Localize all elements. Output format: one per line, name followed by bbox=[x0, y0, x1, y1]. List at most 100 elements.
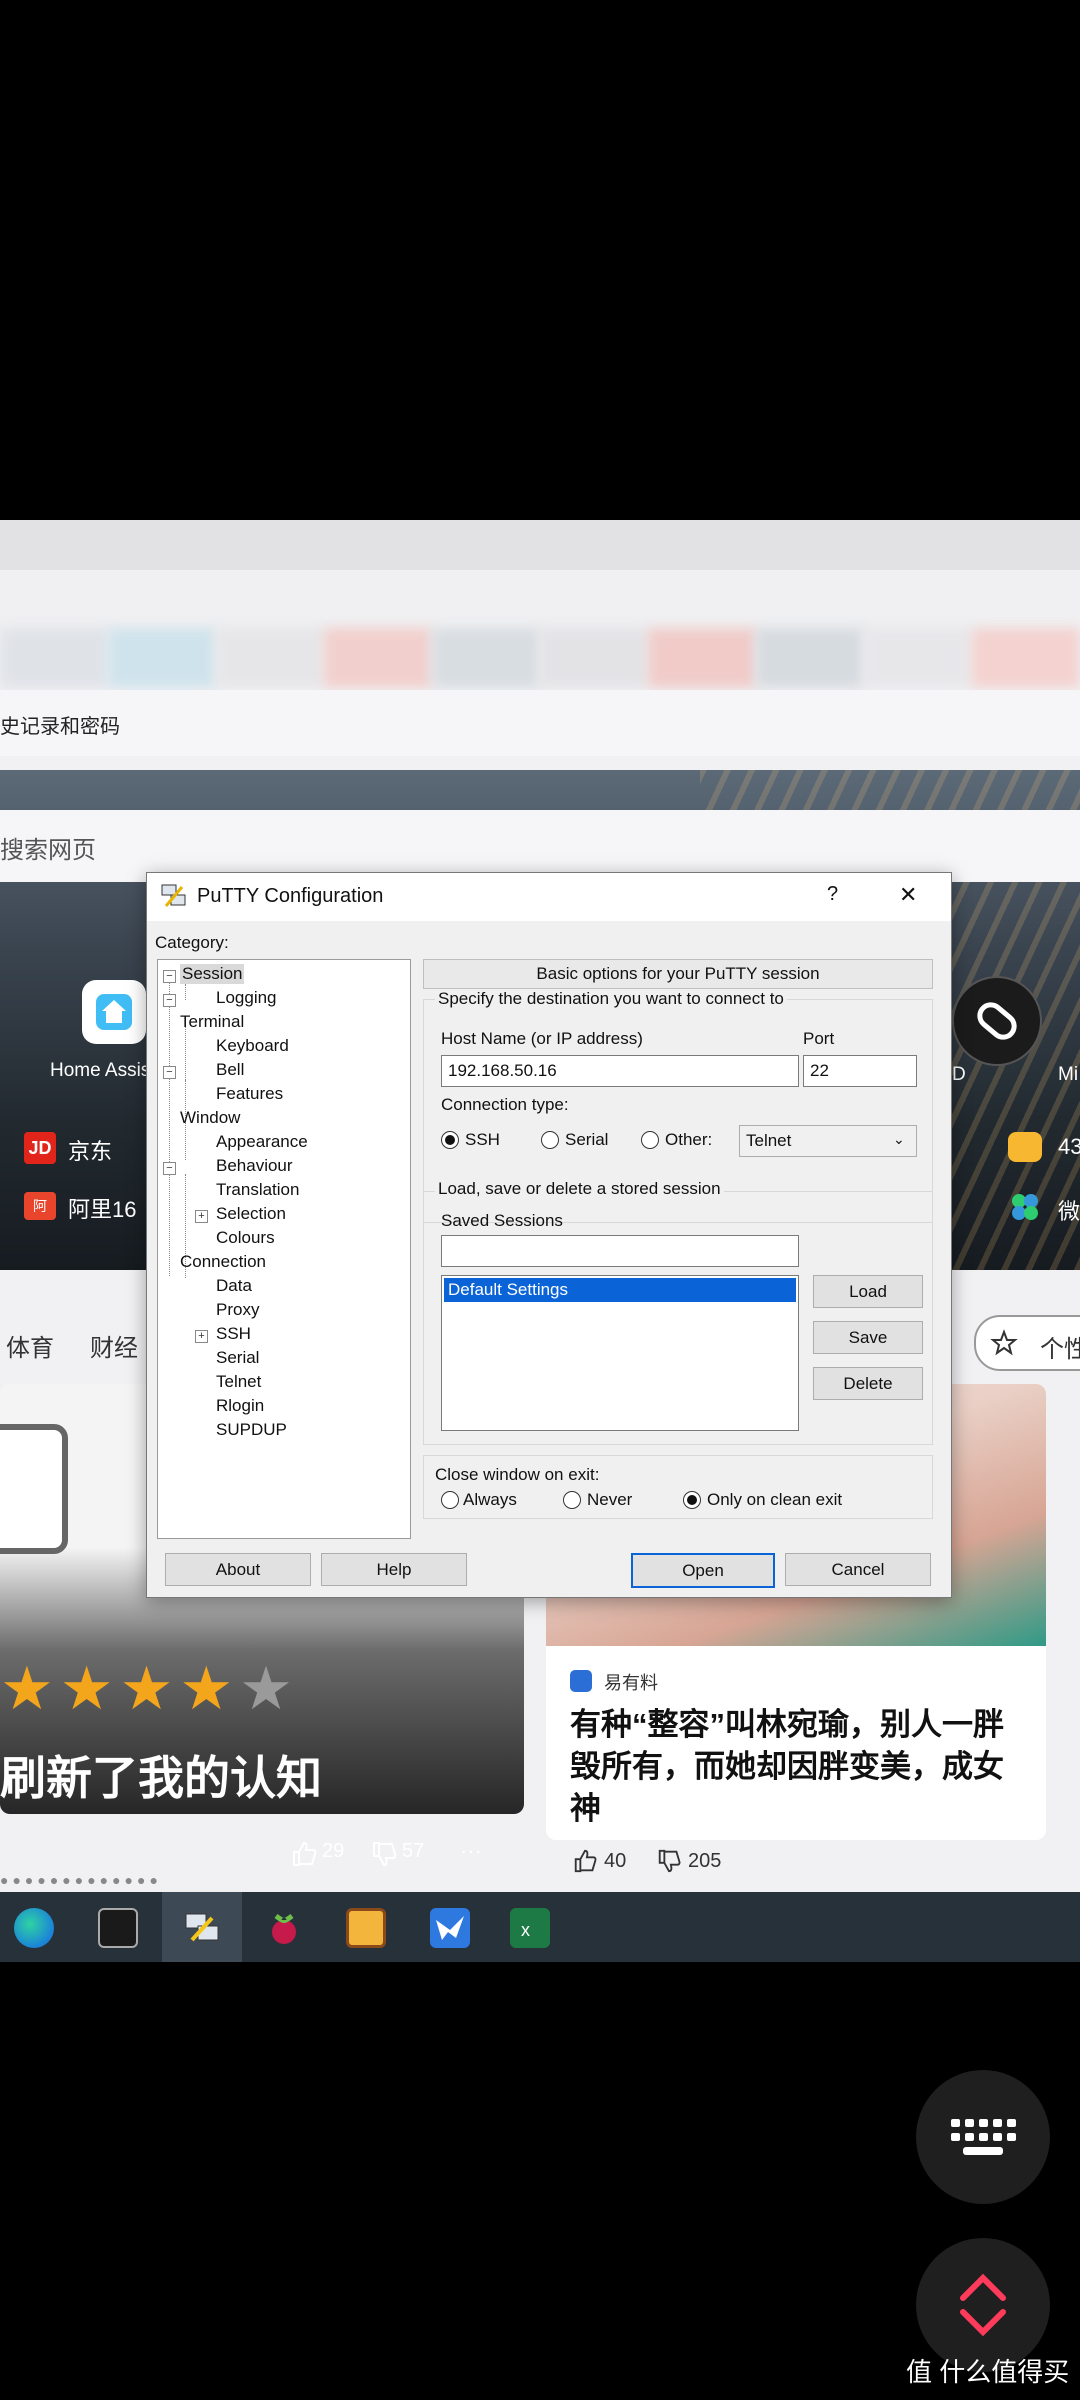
tree-item-data[interactable]: Data bbox=[216, 1276, 252, 1296]
history-text: 史记录和密码 bbox=[0, 716, 120, 738]
bird-app-icon[interactable] bbox=[430, 1908, 470, 1948]
chip-icon[interactable] bbox=[98, 1908, 138, 1948]
save-button[interactable]: Save bbox=[813, 1321, 923, 1354]
tree-item-selection[interactable]: Selection bbox=[216, 1204, 286, 1224]
carousel-dots: ●●●●●●●●●●●●● bbox=[0, 1872, 162, 1888]
site-ali[interactable]: 阿里16 bbox=[68, 1192, 136, 1224]
radio-other-label: Other: bbox=[665, 1130, 713, 1149]
personalize-button[interactable]: 个性 bbox=[974, 1315, 1080, 1371]
port-label: Port bbox=[803, 1029, 835, 1048]
tree-item-connection[interactable]: Connection bbox=[180, 1252, 266, 1272]
ali-icon: 阿 bbox=[24, 1192, 56, 1220]
chevron-down-icon: ⌄ bbox=[893, 1131, 905, 1147]
tree-item-colours[interactable]: Colours bbox=[216, 1228, 275, 1248]
tree-item-appearance[interactable]: Appearance bbox=[216, 1132, 308, 1152]
tab-finance[interactable]: 财经 bbox=[90, 1328, 138, 1363]
shortcut-label: D bbox=[952, 1064, 966, 1085]
keyboard-icon bbox=[951, 2119, 1016, 2155]
dislike-icon[interactable] bbox=[370, 1840, 400, 1870]
delete-button[interactable]: Delete bbox=[813, 1367, 923, 1400]
other-protocol-select[interactable]: Telnet bbox=[739, 1125, 917, 1157]
home-assistant-shortcut[interactable] bbox=[82, 980, 146, 1044]
panel-header: Basic options for your PuTTY session bbox=[423, 959, 933, 989]
tab-sports[interactable]: 体育 bbox=[6, 1328, 54, 1363]
tree-item-keyboard[interactable]: Keyboard bbox=[216, 1036, 289, 1056]
sessions-list[interactable]: Default Settings bbox=[441, 1275, 799, 1431]
session-item-default[interactable]: Default Settings bbox=[444, 1278, 796, 1302]
tree-item-terminal[interactable]: Terminal bbox=[180, 1012, 244, 1032]
putty-dialog: PuTTY Configuration ? ✕ Category: − − − … bbox=[146, 872, 952, 1598]
svg-text:x: x bbox=[521, 1920, 530, 1940]
tree-item-serial[interactable]: Serial bbox=[216, 1348, 259, 1368]
radio-other[interactable] bbox=[641, 1131, 659, 1149]
radio-clean-exit-label: Only on clean exit bbox=[707, 1490, 843, 1509]
wechat-icon bbox=[1010, 1192, 1040, 1222]
dislike-count: 57 bbox=[402, 1840, 425, 1862]
search-placeholder: 搜索网页 bbox=[0, 837, 96, 864]
tree-item-supdup[interactable]: SUPDUP bbox=[216, 1420, 287, 1440]
site-jd[interactable]: 京东 bbox=[68, 1134, 112, 1166]
radio-always[interactable] bbox=[441, 1491, 459, 1509]
radio-never[interactable] bbox=[563, 1491, 581, 1509]
radio-always-label: Always bbox=[463, 1490, 517, 1509]
tree-item-telnet[interactable]: Telnet bbox=[216, 1372, 261, 1392]
tree-item-rlogin[interactable]: Rlogin bbox=[216, 1396, 264, 1416]
category-tree[interactable]: − − − − + + Session Logging Terminal Key… bbox=[157, 959, 411, 1539]
tree-item-behaviour[interactable]: Behaviour bbox=[216, 1156, 293, 1176]
tree-item-logging[interactable]: Logging bbox=[216, 988, 277, 1008]
keyboard-button[interactable] bbox=[916, 2070, 1050, 2204]
about-button[interactable]: About bbox=[165, 1553, 311, 1586]
watermark: 值 什么值得买 bbox=[906, 2357, 1070, 2387]
blurred-bookmarks bbox=[0, 628, 1080, 688]
tree-item-window[interactable]: Window bbox=[180, 1108, 240, 1128]
link-icon bbox=[977, 1002, 1017, 1040]
tree-item-proxy[interactable]: Proxy bbox=[216, 1300, 259, 1320]
edge-icon[interactable] bbox=[14, 1908, 54, 1948]
saved-sessions-label: Saved Sessions bbox=[441, 1211, 563, 1230]
conn-type-label: Connection type: bbox=[441, 1095, 569, 1114]
source-icon bbox=[570, 1670, 592, 1692]
radio-clean-exit[interactable] bbox=[683, 1491, 701, 1509]
dialog-title: PuTTY Configuration bbox=[197, 885, 384, 907]
radio-serial[interactable] bbox=[541, 1131, 559, 1149]
load-button[interactable]: Load bbox=[813, 1275, 923, 1308]
like-count: 29 bbox=[322, 1840, 345, 1862]
host-input[interactable]: 192.168.50.16 bbox=[441, 1055, 799, 1087]
open-button[interactable]: Open bbox=[631, 1553, 775, 1588]
site-wei[interactable]: 微 bbox=[1058, 1194, 1080, 1226]
putty-icon[interactable] bbox=[182, 1908, 222, 1948]
saved-sessions-input[interactable] bbox=[441, 1235, 799, 1267]
port-input[interactable]: 22 bbox=[803, 1055, 917, 1087]
tree-item-features[interactable]: Features bbox=[216, 1084, 283, 1104]
help-button[interactable]: Help bbox=[321, 1553, 467, 1586]
expand-collapse-icon bbox=[960, 2273, 1006, 2337]
excel-icon[interactable]: x bbox=[510, 1908, 550, 1948]
tree-item-bell[interactable]: Bell bbox=[216, 1060, 244, 1080]
close-icon[interactable]: ✕ bbox=[899, 882, 917, 908]
help-title-button[interactable]: ? bbox=[827, 883, 838, 906]
browser-tab-strip bbox=[0, 520, 1080, 570]
home-assistant-icon bbox=[96, 994, 132, 1030]
host-label: Host Name (or IP address) bbox=[441, 1029, 643, 1048]
destination-label: Specify the destination you want to conn… bbox=[435, 989, 787, 1009]
close-window-label: Close window on exit: bbox=[435, 1465, 600, 1484]
more-icon[interactable]: ··· bbox=[460, 1838, 482, 1864]
tree-item-ssh[interactable]: SSH bbox=[216, 1324, 251, 1344]
personalize-label: 个性 bbox=[1040, 1336, 1080, 1363]
like-icon[interactable] bbox=[572, 1848, 602, 1878]
dislike-icon[interactable] bbox=[656, 1848, 686, 1878]
history-bar bbox=[0, 690, 1080, 756]
news-headline: 刷新了我的认知 bbox=[0, 1752, 322, 1804]
radio-ssh[interactable] bbox=[441, 1131, 459, 1149]
tree-item-session[interactable]: Session bbox=[180, 964, 245, 984]
category-label: Category: bbox=[155, 933, 229, 952]
game-app-icon[interactable] bbox=[346, 1908, 386, 1948]
site-43[interactable]: 43 bbox=[1058, 1134, 1080, 1160]
tree-item-translation[interactable]: Translation bbox=[216, 1180, 299, 1200]
link-shortcut[interactable] bbox=[952, 976, 1042, 1066]
like-count: 40 bbox=[604, 1850, 627, 1872]
raspberry-pi-icon[interactable] bbox=[264, 1908, 304, 1948]
cancel-button[interactable]: Cancel bbox=[785, 1553, 931, 1586]
rating-stars: ★★★★★ bbox=[0, 1655, 299, 1722]
dislike-count: 205 bbox=[688, 1850, 722, 1872]
